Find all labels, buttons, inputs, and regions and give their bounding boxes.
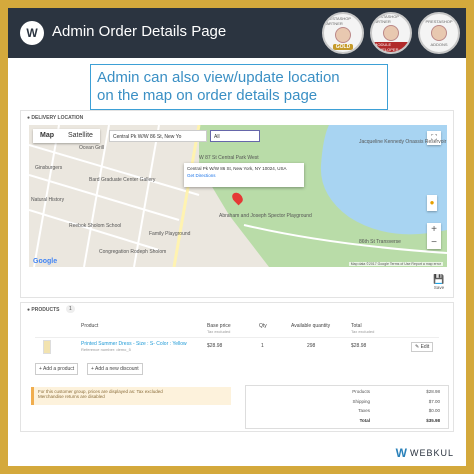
google-logo: Google	[33, 258, 58, 265]
badge-tag: ADDONS	[430, 42, 448, 47]
delivery-location-panel: ● DELIVERY LOCATION Map Satellite Centra…	[20, 110, 454, 298]
webkul-footer-logo: W WEBKUL	[396, 446, 454, 460]
pegman-icon[interactable]: ●	[427, 195, 437, 211]
tax-alert: For this customer group, prices are disp…	[31, 387, 231, 405]
col-qty: Qty	[259, 323, 267, 329]
row-available: 298	[307, 343, 316, 349]
page-frame: W Admin Order Details Page PRESTASHOP PA…	[8, 8, 466, 466]
totals-row: Products $28.98	[352, 389, 440, 394]
webkul-mark-icon: W	[395, 446, 407, 460]
info-address: Central Pk W/W 86 St, New York, NY 10024…	[187, 166, 287, 171]
col-total: Total Tax excluded	[351, 323, 375, 334]
map-search-input[interactable]: Central Pk W/W 86 St, New Yo	[109, 130, 207, 142]
zoom-out-button[interactable]: −	[427, 236, 441, 249]
badge-face-icon	[431, 25, 447, 41]
product-name-link[interactable]: Printed Summer Dress - Size : S- Color :…	[81, 341, 201, 352]
badge-tag: GOLD	[332, 44, 354, 50]
alert-line-2: Merchandise returns are disabled	[38, 394, 105, 399]
get-directions-link[interactable]: Get Directions	[187, 173, 301, 178]
callout-line-2: on the map on order details page	[97, 87, 318, 104]
products-panel: ● PRODUCTS 1 Product Base price Tax excl…	[20, 302, 454, 432]
save-label: Save	[433, 285, 445, 290]
badge-ring-text: PRESTASHOP PARTNER	[324, 16, 351, 26]
logo-letter: W	[26, 26, 38, 40]
products-heading: ● PRODUCTS	[27, 307, 60, 313]
map-attribution[interactable]: Map data ©2017 Google Terms of Use Repor…	[348, 262, 443, 266]
map-label: Ocean Grill	[79, 145, 105, 151]
map-label: Natural History	[31, 197, 65, 203]
add-discount-button[interactable]: + Add a new discount	[87, 363, 143, 375]
map-label: Jacqueline Kennedy Onassis Reservoir	[359, 139, 447, 145]
map-tab-satellite[interactable]: Satellite	[61, 129, 100, 143]
prestashop-gold-badge: PRESTASHOP PARTNER GOLD	[322, 12, 364, 54]
badge-tag: MODULE DEVELOPER	[372, 42, 410, 52]
webkul-logo: W	[20, 21, 44, 45]
map-type-tabs: Map Satellite	[33, 129, 100, 143]
badge-face-icon	[383, 25, 399, 41]
prestashop-module-developer-badge: PRESTASHOP PARTNER MODULE DEVELOPER	[370, 12, 412, 54]
row-base-price: $28.98	[207, 343, 223, 349]
badge-ring-text: PRESTASHOP	[425, 19, 453, 24]
totals-row-total: Total $35.98	[359, 418, 440, 423]
map-filter-select[interactable]: All	[210, 130, 260, 142]
badge-face-icon	[335, 27, 351, 43]
map-label: 86th St Transverse	[359, 239, 401, 245]
map-label: Bard Graduate Center Gallery	[89, 177, 156, 183]
row-total: $28.98	[351, 343, 367, 349]
col-base-price: Base price Tax excluded	[207, 323, 231, 334]
map-label: Reebok Sholom School	[69, 223, 122, 229]
totals-row: Taxes $0.00	[358, 408, 440, 413]
table-divider	[35, 337, 439, 338]
badge-ring-text: PRESTASHOP PARTNER	[372, 14, 399, 24]
map-info-window: Central Pk W/W 86 St, New York, NY 10024…	[184, 163, 304, 187]
map-label: W 87 St Central Park West	[199, 155, 259, 161]
edit-product-button[interactable]: ✎ Edit	[411, 342, 434, 352]
products-count-badge: 1	[66, 305, 75, 313]
floppy-icon: 💾	[433, 274, 445, 284]
map-label: Congregation Rodeph Sholom	[99, 249, 167, 255]
prestashop-addons-badge: PRESTASHOP ADDONS	[418, 12, 460, 54]
feature-callout: Admin can also view/update location on t…	[90, 64, 388, 110]
callout-line-1: Admin can also view/update location	[97, 69, 340, 86]
zoom-controls: + −	[427, 223, 441, 249]
zoom-in-button[interactable]: +	[427, 223, 441, 236]
webkul-brand: WEBKUL	[409, 448, 454, 458]
map-label: Abraham and Joseph Spector Playground	[219, 213, 312, 219]
totals-row: Shipping $7.00	[352, 399, 440, 404]
delivery-heading: ● DELIVERY LOCATION	[27, 115, 84, 121]
map-label: Ginsburgers	[35, 165, 63, 171]
page-title: Admin Order Details Page	[52, 23, 227, 40]
map-label: Family Playground	[149, 231, 191, 237]
row-qty: 1	[261, 343, 264, 349]
google-map[interactable]: Map Satellite Central Pk W/W 86 St, New …	[29, 125, 447, 267]
header-bar: W Admin Order Details Page PRESTASHOP PA…	[8, 8, 466, 58]
map-tab-map[interactable]: Map	[33, 129, 61, 143]
col-available: Available quantity	[291, 323, 331, 329]
col-product: Product	[81, 323, 99, 329]
product-thumbnail	[43, 340, 51, 354]
add-product-button[interactable]: + Add a product	[35, 363, 79, 375]
save-location-button[interactable]: 💾 Save	[431, 274, 447, 294]
order-totals-box: Products $28.98 Shipping $7.00 Taxes $0.00 …	[245, 385, 449, 429]
